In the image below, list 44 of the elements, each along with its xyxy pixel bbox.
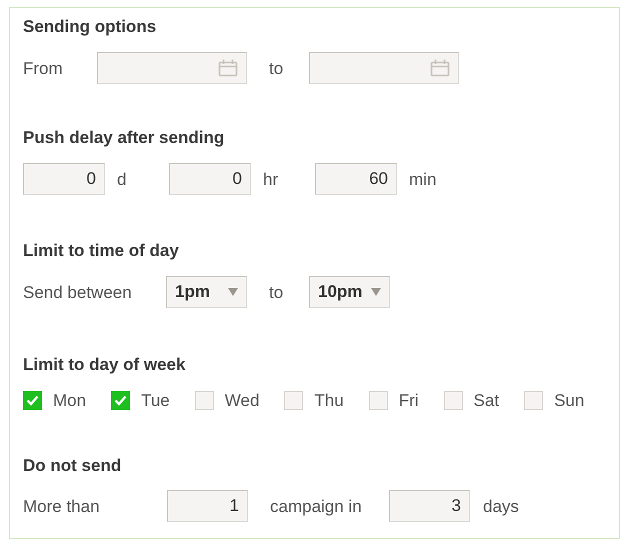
- caret-icon: [371, 288, 381, 296]
- unit-label: d: [116, 170, 128, 188]
- field-label: More than: [23, 498, 101, 514]
- section-heading: Limit to time of day: [23, 242, 180, 259]
- unit-label: hr: [262, 170, 280, 188]
- day-label: Sun: [554, 392, 584, 409]
- day-label: Fri: [398, 392, 419, 409]
- day-label: Thu: [314, 392, 344, 409]
- day-label: Wed: [224, 392, 260, 409]
- check-icon: [26, 395, 39, 406]
- field-label: From: [23, 60, 64, 76]
- day-checkbox[interactable]: [23, 391, 42, 410]
- field-label: to: [268, 284, 284, 300]
- day-checkbox[interactable]: [524, 391, 544, 410]
- unit-label: days: [482, 498, 519, 514]
- field-label: campaign in: [269, 498, 363, 514]
- day-checkbox[interactable]: [444, 391, 463, 410]
- time-dropdown[interactable]: 10pm: [309, 276, 390, 308]
- number-field[interactable]: 60: [315, 163, 397, 195]
- calendar-icon: [218, 59, 238, 77]
- section-heading: Push delay after sending: [23, 129, 226, 146]
- section-heading: Limit to day of week: [23, 356, 186, 373]
- day-checkbox[interactable]: [368, 391, 388, 410]
- number-field[interactable]: 3: [389, 490, 470, 522]
- field-label: Send between: [23, 284, 133, 300]
- caret-icon: [228, 288, 238, 296]
- day-checkbox[interactable]: [194, 391, 214, 410]
- field-label: to: [268, 60, 284, 76]
- time-dropdown[interactable]: 1pm: [166, 276, 247, 308]
- unit-label: min: [408, 170, 436, 188]
- day-label: Sat: [474, 392, 500, 409]
- number-field[interactable]: 1: [167, 490, 248, 522]
- calendar-icon: [430, 59, 450, 77]
- day-checkbox[interactable]: [111, 391, 130, 410]
- day-label: Mon: [53, 392, 86, 409]
- date-field[interactable]: [309, 52, 459, 84]
- section-heading: Do not send: [23, 457, 122, 474]
- day-label: Tue: [141, 392, 170, 409]
- date-field[interactable]: [97, 52, 247, 84]
- check-icon: [114, 395, 128, 406]
- section-heading: Sending options: [23, 18, 158, 35]
- number-field[interactable]: 0: [169, 163, 251, 195]
- number-field[interactable]: 0: [23, 163, 105, 195]
- day-checkbox[interactable]: [284, 391, 304, 410]
